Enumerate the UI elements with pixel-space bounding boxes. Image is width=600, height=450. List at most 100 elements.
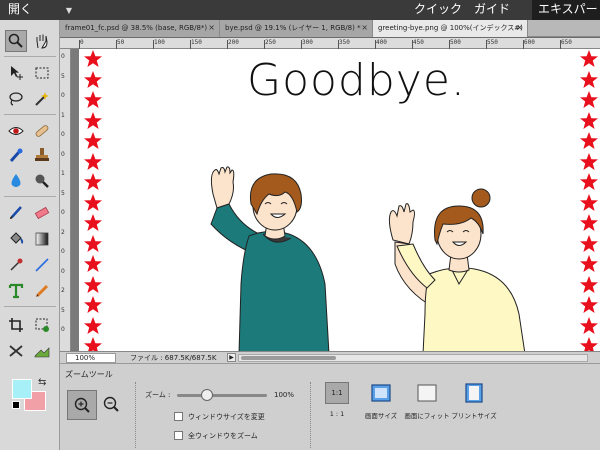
clone-stamp-tool[interactable] <box>31 144 53 166</box>
star-icon <box>580 296 598 313</box>
paint-bucket-tool[interactable] <box>5 228 27 250</box>
smart-brush-icon <box>9 148 23 162</box>
ruler-tick-label: 5 <box>61 72 65 80</box>
eyedropper-tool[interactable] <box>5 254 27 276</box>
ruler-tick-label: 50 <box>117 39 125 46</box>
eraser-tool[interactable] <box>31 202 53 224</box>
star-icon <box>84 255 102 272</box>
options-divider <box>135 382 136 448</box>
hand-tool[interactable] <box>31 30 53 52</box>
zoom-in-icon <box>74 397 90 413</box>
smart-brush-tool[interactable] <box>5 144 27 166</box>
star-icon <box>580 111 598 129</box>
ruler-tick-label: 400 <box>376 39 387 46</box>
crop-tool[interactable] <box>5 314 27 336</box>
star-icon <box>84 173 102 190</box>
zoom-slider-handle[interactable] <box>200 389 213 401</box>
star-icon <box>580 173 598 190</box>
content-aware-move-tool[interactable] <box>5 340 27 362</box>
tab-greeting-bye[interactable]: greeting-bye.png @ 100%(インデックス#) × <box>373 20 528 37</box>
sponge-tool[interactable] <box>31 170 53 192</box>
ruler-tick-label: 0 <box>61 53 65 60</box>
print-size-label: プリントサイズ <box>451 412 497 420</box>
recompose-tool[interactable] <box>31 314 53 336</box>
close-icon[interactable]: × <box>516 20 523 36</box>
ruler-tick <box>523 40 524 49</box>
zoom-all-windows-checkbox[interactable] <box>174 431 183 440</box>
fit-screen-button[interactable]: 画面サイズ <box>357 382 405 420</box>
print-size-button[interactable]: プリントサイズ <box>450 382 498 420</box>
magic-wand-tool[interactable] <box>31 88 53 110</box>
star-icon <box>580 193 598 211</box>
straighten-icon <box>34 347 50 358</box>
marquee-icon <box>35 67 49 79</box>
tab-frame01[interactable]: frame01_fc.psd @ 38.5% (base, RGB/8*) × <box>60 20 220 37</box>
zoom-level-field[interactable]: 100% <box>66 353 116 363</box>
ruler-tick-label: 0 <box>61 267 65 275</box>
ruler-tick <box>79 40 80 49</box>
default-colors-icon[interactable] <box>12 401 20 409</box>
star-icon <box>84 316 102 334</box>
fill-screen-button[interactable]: 画面にフィット <box>403 382 451 420</box>
document-canvas[interactable]: Goodbye. <box>79 49 600 351</box>
star-icon <box>84 132 102 149</box>
ruler-tick <box>486 40 487 49</box>
ruler-tick-label: 0 <box>61 150 65 158</box>
zoom-out-button[interactable] <box>100 391 122 417</box>
magic-wand-icon <box>35 92 49 106</box>
water-drop-icon <box>11 174 21 187</box>
resize-windows-checkbox[interactable] <box>174 412 183 421</box>
toolbox-divider <box>4 114 56 115</box>
close-icon[interactable]: × <box>208 20 215 36</box>
bandage-icon <box>35 125 49 137</box>
mode-quick-button[interactable]: クイック <box>414 0 462 20</box>
line-tool[interactable] <box>31 254 53 276</box>
open-menu-button[interactable]: 開く ▼ <box>8 0 72 20</box>
type-tool[interactable] <box>5 280 27 302</box>
magnifier-icon <box>8 33 23 48</box>
zoom-slider-track[interactable] <box>177 394 267 397</box>
ruler-tick-label: 2 <box>61 287 65 294</box>
star-icon <box>580 255 598 272</box>
ruler-tick-label: 200 <box>228 39 239 46</box>
ruler-tick <box>338 40 339 49</box>
pencil-tool[interactable] <box>31 280 53 302</box>
ruler-tick <box>560 40 561 49</box>
horizontal-scrollbar[interactable] <box>238 354 588 362</box>
swap-colors-icon[interactable]: ⇆ <box>38 377 46 388</box>
options-divider <box>310 382 311 448</box>
blur-tool[interactable] <box>5 170 27 192</box>
actual-pixels-button[interactable]: 1:1 1 : 1 <box>313 382 361 418</box>
recompose-icon <box>35 318 49 332</box>
zoom-tool[interactable] <box>5 30 27 52</box>
zoom-in-button[interactable] <box>67 390 97 420</box>
crop-icon <box>9 318 23 332</box>
move-tool[interactable] <box>5 62 27 84</box>
marquee-tool[interactable] <box>31 62 53 84</box>
print-size-icon <box>462 382 486 404</box>
star-icon <box>84 193 102 211</box>
status-bar: 100% ファイル : 687.5K/687.5K ▶ <box>60 351 600 363</box>
photo-editor-window: 開く ▼ クイック ガイド エキスパート frame01_fc.psd @ 38… <box>0 0 600 450</box>
paint-bucket-icon <box>10 232 24 244</box>
star-icon <box>580 152 598 170</box>
lasso-icon <box>9 92 23 106</box>
actual-pixels-label: 1 : 1 <box>329 410 345 418</box>
mode-expert-button[interactable]: エキスパート <box>532 0 600 34</box>
mode-guide-button[interactable]: ガイド <box>474 0 510 20</box>
toolbox-divider <box>4 306 56 307</box>
foreground-color-swatch[interactable] <box>12 379 32 399</box>
horizontal-ruler: 0 50 100 150 200 250 300 350 400 450 500 550 600 650 <box>60 38 600 49</box>
lasso-tool[interactable] <box>5 88 27 110</box>
vertical-ruler: 0 5 0 1 0 0 1 5 0 2 0 0 2 5 0 <box>60 49 71 351</box>
tab-bye[interactable]: bye.psd @ 19.1% (レイヤー 1, RGB/8) * × <box>220 20 373 37</box>
spot-healing-tool[interactable] <box>31 120 53 142</box>
straighten-tool[interactable] <box>31 340 53 362</box>
close-icon[interactable]: × <box>361 20 368 36</box>
gradient-tool[interactable] <box>31 228 53 250</box>
brush-tool[interactable] <box>5 202 27 224</box>
red-eye-tool[interactable] <box>5 120 27 142</box>
status-menu-arrow-icon[interactable]: ▶ <box>227 353 236 362</box>
scrollbar-thumb[interactable] <box>241 356 336 360</box>
ruler-tick-label: 100 <box>154 39 165 46</box>
